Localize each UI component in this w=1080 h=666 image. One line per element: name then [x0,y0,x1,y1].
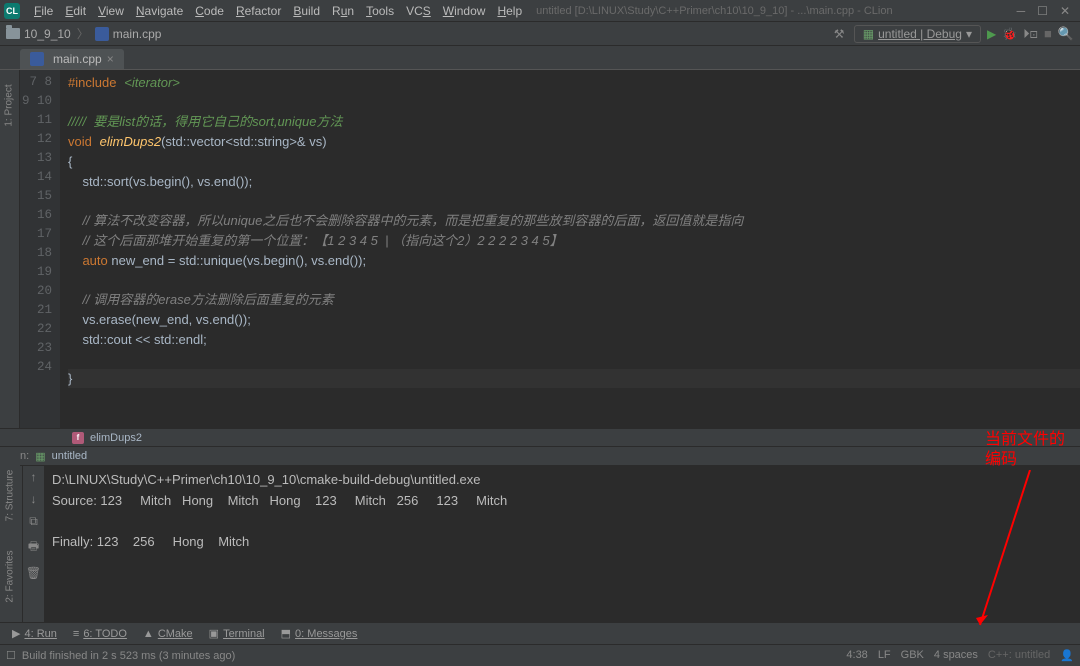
run-button[interactable]: ▶ [987,27,996,41]
wrap-icon[interactable]: ⧉ [29,514,38,529]
maximize-icon[interactable]: ☐ [1037,4,1048,18]
attach-button[interactable]: ⏵⊡ [1023,26,1038,42]
console-line: Finally: 123 256 Hong Mitch [52,534,249,549]
menu-run[interactable]: Run [326,4,360,18]
folder-icon [6,28,20,39]
menu-navigate[interactable]: Navigate [130,4,189,18]
code-editor[interactable]: #include <iterator> ///// 要是list的话，得用它自己… [60,70,1080,428]
menu-file[interactable]: File [28,4,59,18]
status-icon: ☐ [6,649,16,662]
cpp-file-icon [95,27,109,41]
caret-position[interactable]: 4:38 [846,649,867,662]
status-bar: ☐ Build finished in 2 s 523 ms (3 minute… [0,644,1080,666]
code-comment: ///// 要是list的话，得用它自己的sort,unique方法 [68,114,343,129]
run-panel-header: Run: ▦ untitled [0,446,1080,466]
down-icon[interactable]: ↓ [31,492,37,506]
print-icon[interactable]: 🖶 [28,537,39,558]
line-ending[interactable]: LF [878,649,891,662]
menu-help[interactable]: Help [491,4,528,18]
menu-refactor[interactable]: Refactor [230,4,287,18]
up-icon[interactable]: ↑ [31,470,37,484]
menu-bar: CL File Edit View Navigate Code Refactor… [0,0,1080,22]
tab-run[interactable]: ▶ 4: Run [6,627,63,640]
run-toolbar-right: ↑ ↓ ⧉ 🖶 🗑 [22,466,44,622]
console-line: Source: 123 Mitch Hong Mitch Hong 123 Mi… [52,493,507,508]
build-icon[interactable]: ⚒ [834,27,848,41]
config-target-icon: ▦ [863,27,874,41]
bottom-tool-tabs: ▶ 4: Run ≡ 6: TODO ▲ CMake ▣ Terminal ⬒ … [0,622,1080,644]
menu-vcs[interactable]: VCS [400,4,437,18]
menu-window[interactable]: Window [437,4,492,18]
run-target-icon: ▦ [35,450,45,463]
tab-cmake[interactable]: ▲ CMake [137,628,199,640]
app-icon: CL [4,3,20,19]
tab-todo[interactable]: ≡ 6: TODO [67,628,133,640]
menu-code[interactable]: Code [189,4,230,18]
menu-edit[interactable]: Edit [59,4,92,18]
search-icon[interactable]: 🔍 [1058,26,1074,42]
context-label[interactable]: C++: untitled [988,649,1050,662]
console-output[interactable]: D:\LINUX\Study\C++Primer\ch10\10_9_10\cm… [44,466,1080,622]
indent-setting[interactable]: 4 spaces [934,649,978,662]
favorites-tool-tab[interactable]: 2: Favorites [5,550,16,602]
breadcrumb-project[interactable]: 10_9_10 [24,27,71,41]
clear-icon[interactable]: 🗑 [26,566,41,580]
tab-main-cpp[interactable]: main.cpp × [20,49,124,69]
run-panel: ▶ ■ ⇤ ⊘ ↑ ↓ ⧉ 🖶 🗑 D:\LINUX\Study\C++Prim… [0,466,1080,622]
structure-tool-tab[interactable]: 7: Structure [5,470,16,522]
tab-label: main.cpp [53,52,102,66]
navigation-bar: 10_9_10 〉 main.cpp ⚒ ▦ untitled | Debug … [0,22,1080,46]
window-title: untitled [D:\LINUX\Study\C++Primer\ch10\… [536,5,892,17]
stop-button[interactable]: ■ [1044,26,1052,41]
menu-tools[interactable]: Tools [360,4,400,18]
project-tool-tab[interactable]: 1: Project [4,84,15,126]
cpp-file-icon [30,52,44,66]
menu-build[interactable]: Build [287,4,326,18]
debug-button[interactable]: 🐞 [1002,27,1017,41]
chevron-right-icon: 〉 [77,25,89,42]
tab-messages[interactable]: ⬒ 0: Messages [275,627,364,640]
annotation-text: 当前文件的 编码 [985,430,1065,470]
tab-terminal[interactable]: ▣ Terminal [203,627,271,640]
line-gutter: 7 8 9 10 11 12 13 14 15 16 17 18 19 20 2… [20,70,60,428]
run-target[interactable]: untitled [52,450,87,462]
dropdown-icon: ▾ [966,27,972,41]
minimize-icon[interactable]: ─ [1017,4,1026,18]
breadcrumb-function[interactable]: elimDups2 [90,432,142,444]
console-path: D:\LINUX\Study\C++Primer\ch10\10_9_10\cm… [52,472,481,487]
file-encoding[interactable]: GBK [901,649,924,662]
editor-breadcrumb: f elimDups2 [0,428,1080,446]
left-tool-strip: 1: Project [0,70,20,428]
left-tool-strip-bottom: 7: Structure 2: Favorites [0,450,20,606]
function-badge-icon: f [72,432,84,444]
file-tabs: main.cpp × [0,46,1080,70]
breadcrumb-file[interactable]: main.cpp [113,27,162,41]
run-config-selector[interactable]: ▦ untitled | Debug ▾ [854,25,981,43]
build-status: Build finished in 2 s 523 ms (3 minutes … [22,650,235,662]
tab-close-icon[interactable]: × [107,52,114,66]
inspector-icon[interactable]: 👤 [1060,649,1074,662]
menu-view[interactable]: View [92,4,130,18]
run-config-label: untitled | Debug [878,27,962,41]
close-icon[interactable]: ✕ [1060,4,1070,18]
